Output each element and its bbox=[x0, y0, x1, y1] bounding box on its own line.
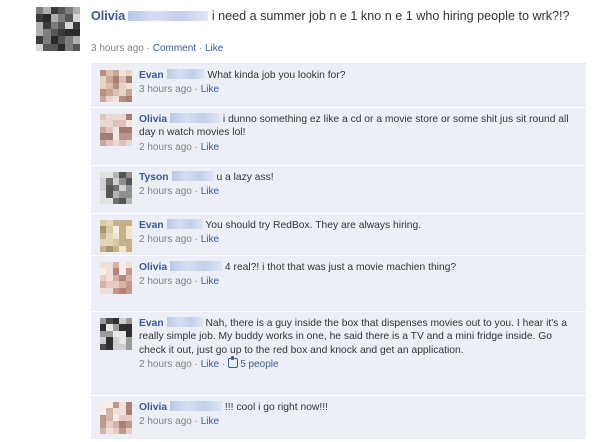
comment-like-link[interactable]: Like bbox=[201, 276, 219, 287]
commenter-avatar[interactable] bbox=[100, 220, 132, 252]
redacted-surname bbox=[166, 69, 205, 79]
comment-timestamp[interactable]: 2 hours ago bbox=[139, 276, 192, 287]
commenter-name[interactable]: Evan bbox=[139, 70, 164, 81]
meta-separator: · bbox=[194, 141, 198, 153]
post-meta: 3 hours ago · Comment · Like bbox=[91, 43, 223, 54]
commenter-name[interactable]: Evan bbox=[139, 220, 164, 231]
comment-like-link[interactable]: Like bbox=[201, 359, 219, 370]
comment-like-link[interactable]: Like bbox=[201, 186, 219, 197]
commenter-avatar[interactable] bbox=[100, 172, 132, 204]
commenter-avatar[interactable] bbox=[100, 402, 132, 434]
comment-timestamp[interactable]: 2 hours ago bbox=[139, 186, 192, 197]
comment-like-link[interactable]: Like bbox=[201, 142, 219, 153]
redacted-surname bbox=[170, 261, 223, 271]
redacted-surname bbox=[170, 401, 223, 411]
comment-item: Evan You should try RedBox. They are alw… bbox=[91, 214, 586, 256]
commenter-name[interactable]: Olivia bbox=[139, 262, 167, 273]
comment-like-link[interactable]: Like bbox=[201, 84, 219, 95]
commenter-name[interactable]: Evan bbox=[139, 318, 164, 329]
commenter-avatar[interactable] bbox=[100, 318, 132, 350]
meta-separator: · bbox=[194, 416, 198, 428]
meta-separator: · bbox=[221, 359, 226, 371]
redacted-surname bbox=[128, 11, 209, 21]
comment-text: 4 real?! i thot that was just a movie ma… bbox=[224, 262, 457, 273]
comment-item: Tyson u a lazy ass! 2 hours ago · Like bbox=[91, 166, 586, 214]
meta-separator: · bbox=[194, 359, 198, 371]
post-text: i need a summer job n e 1 kno n e 1 who … bbox=[211, 9, 570, 23]
comment-link[interactable]: Comment bbox=[153, 43, 196, 54]
comment-timestamp[interactable]: 3 hours ago bbox=[139, 84, 192, 95]
thumbs-up-icon bbox=[228, 356, 239, 369]
comment-like-link[interactable]: Like bbox=[201, 234, 219, 245]
comment-text: u a lazy ass! bbox=[216, 172, 274, 183]
like-link[interactable]: Like bbox=[205, 43, 223, 54]
likes-count-link[interactable]: 5 people bbox=[240, 359, 278, 370]
redacted-surname bbox=[171, 171, 214, 181]
comment-text: You should try RedBox. They are always h… bbox=[205, 220, 422, 231]
comment-item: Olivia i dunno something ez like a cd or… bbox=[91, 108, 586, 166]
commenter-avatar[interactable] bbox=[100, 262, 132, 294]
commenter-avatar[interactable] bbox=[100, 70, 132, 102]
comment-timestamp[interactable]: 2 hours ago bbox=[139, 416, 192, 427]
comment-text: What kinda job you lookin for? bbox=[207, 70, 346, 81]
comment-item: Evan What kinda job you lookin for? 3 ho… bbox=[91, 64, 586, 108]
comment-like-link[interactable]: Like bbox=[201, 416, 219, 427]
post-author-name[interactable]: Olivia bbox=[91, 9, 125, 23]
redacted-surname bbox=[170, 113, 221, 123]
redacted-surname bbox=[166, 219, 203, 229]
meta-separator: · bbox=[194, 186, 198, 198]
comment-text: !!! cool i go right now!!! bbox=[224, 402, 328, 413]
commenter-avatar[interactable] bbox=[100, 114, 132, 146]
meta-separator: · bbox=[194, 234, 198, 246]
post-timestamp[interactable]: 3 hours ago bbox=[91, 43, 144, 54]
comment-item: Olivia !!! cool i go right now!!! 2 hour… bbox=[91, 396, 586, 440]
comment-text: Nah, there is a guy inside the box that … bbox=[139, 318, 567, 356]
comment-timestamp[interactable]: 2 hours ago bbox=[139, 359, 192, 370]
meta-separator: · bbox=[146, 43, 150, 54]
comment-timestamp[interactable]: 2 hours ago bbox=[139, 142, 192, 153]
commenter-name[interactable]: Tyson bbox=[139, 172, 169, 183]
comment-item: Olivia 4 real?! i thot that was just a m… bbox=[91, 256, 586, 312]
commenter-name[interactable]: Olivia bbox=[139, 114, 167, 125]
comment-thread: Evan What kinda job you lookin for? 3 ho… bbox=[91, 63, 586, 439]
meta-separator: · bbox=[198, 43, 203, 54]
meta-separator: · bbox=[194, 84, 198, 96]
comment-timestamp[interactable]: 2 hours ago bbox=[139, 234, 192, 245]
post-content: Olivia i need a summer job n e 1 kno n e… bbox=[91, 8, 586, 25]
post-author-avatar[interactable] bbox=[36, 7, 80, 51]
commenter-name[interactable]: Olivia bbox=[139, 402, 167, 413]
comment-item: Evan Nah, there is a guy inside the box … bbox=[91, 312, 586, 396]
meta-separator: · bbox=[194, 276, 198, 288]
redacted-surname bbox=[166, 317, 203, 327]
